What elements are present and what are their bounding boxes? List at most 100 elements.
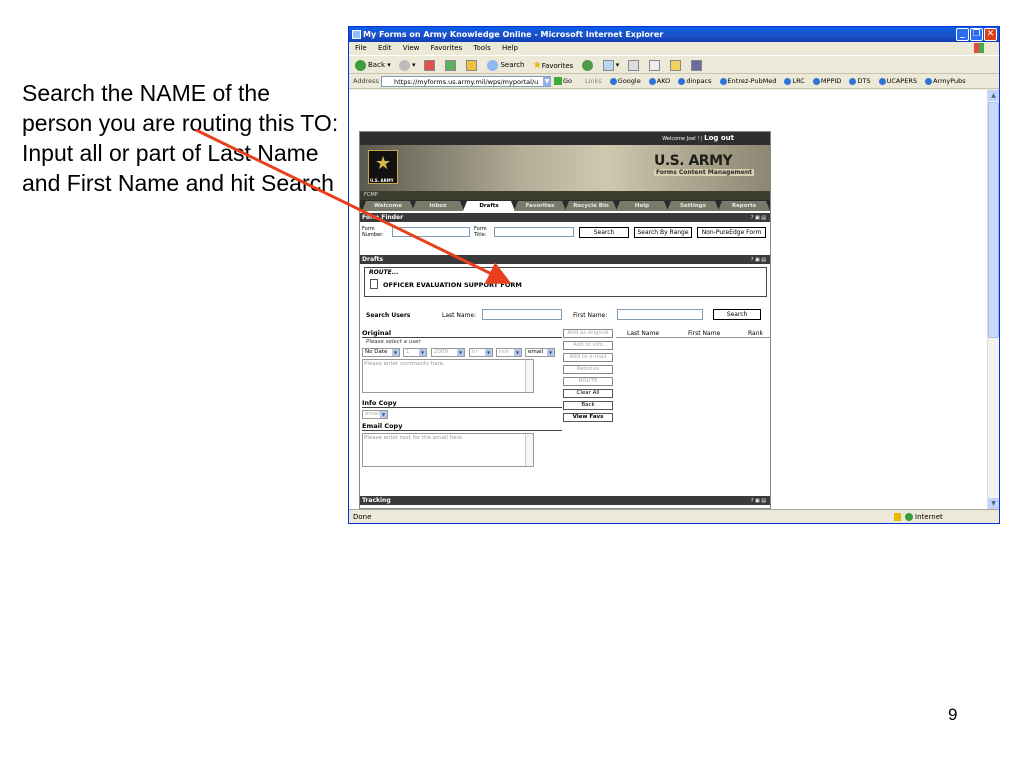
link-mppid[interactable]: MPPID: [812, 77, 841, 85]
folder-button[interactable]: [670, 56, 683, 75]
link-ucapers[interactable]: UCAPERS: [878, 77, 917, 85]
remove-button[interactable]: Remove: [563, 365, 613, 374]
ie-link-icon: [849, 77, 857, 85]
tab-recycle-bin[interactable]: Recycle Bin: [565, 201, 617, 211]
menu-tools[interactable]: Tools: [473, 44, 490, 52]
first-name-input[interactable]: [617, 309, 703, 320]
info-copy-select[interactable]: email ▼: [362, 410, 388, 419]
close-button[interactable]: ✕: [984, 28, 997, 41]
welcome-text: Welcome Joel ! |: [662, 136, 703, 142]
go-arrow-icon: [554, 77, 562, 85]
tracking-title: Tracking: [362, 497, 391, 504]
chevron-down-icon[interactable]: ▼: [543, 77, 551, 86]
scroll-thumb[interactable]: [988, 102, 999, 338]
mail-button[interactable]: ▾: [602, 56, 619, 75]
ie-link-icon: [609, 77, 617, 85]
search-button[interactable]: Search: [487, 56, 525, 75]
back-button[interactable]: Back: [563, 401, 613, 410]
original-divider: [362, 337, 562, 338]
forward-arrow-icon: [398, 59, 410, 71]
menu-view[interactable]: View: [403, 44, 420, 52]
browser-titlebar: My Forms on Army Knowledge Online - Micr…: [349, 27, 999, 42]
link-entrez-pubmed[interactable]: Entrez-PubMed: [719, 77, 776, 85]
back-arrow-icon: [355, 59, 366, 71]
link-armypubs[interactable]: ArmyPubs: [925, 77, 966, 85]
tab-welcome[interactable]: Welcome: [362, 201, 414, 211]
tab-favorites[interactable]: Favorites: [514, 201, 566, 211]
hour-select[interactable]: hr ▼: [469, 348, 493, 357]
stop-icon: [423, 59, 435, 71]
link-dts[interactable]: DTS: [849, 77, 870, 85]
history-button[interactable]: [581, 56, 595, 75]
day-select[interactable]: 1 ▼: [403, 348, 427, 357]
form-search-button[interactable]: Search: [579, 227, 629, 238]
view-favs-button[interactable]: View Favs: [563, 413, 613, 422]
favorites-button[interactable]: ★Favorites: [533, 56, 574, 76]
info-copy-title: Info Copy: [362, 399, 397, 407]
clear-all-button[interactable]: Clear All: [563, 389, 613, 398]
tab-reports[interactable]: Reports: [718, 201, 770, 211]
menu-help[interactable]: Help: [502, 44, 518, 52]
ie-app-icon: [352, 30, 361, 39]
tab-inbox[interactable]: Inbox: [412, 201, 464, 211]
menu-favorites[interactable]: Favorites: [431, 44, 463, 52]
panel-controls-icon[interactable]: ? ▣ ▤: [751, 497, 766, 506]
textarea-scrollbar[interactable]: [525, 360, 533, 392]
logout-link[interactable]: Log out: [704, 134, 734, 142]
minimize-button[interactable]: _: [956, 28, 969, 41]
scroll-down-icon[interactable]: ▼: [988, 498, 999, 509]
address-input[interactable]: https://myforms.us.army.mil/wps/myportal…: [381, 76, 551, 87]
add-as-original-button[interactable]: Add as original: [563, 329, 613, 338]
add-to-email-button[interactable]: Add to e-mail: [563, 353, 613, 362]
link-lrc[interactable]: LRC: [784, 77, 805, 85]
home-button[interactable]: [466, 56, 479, 75]
nav-tabs: Welcome Inbox Drafts Favorites Recycle B…: [360, 200, 770, 211]
non-pureedge-form-button[interactable]: Non-PureEdge Form: [697, 227, 766, 238]
year-select[interactable]: 2009 ▼: [431, 348, 465, 357]
user-search-button[interactable]: Search: [713, 309, 761, 320]
date-select[interactable]: No Date ▼: [362, 348, 400, 357]
email-textarea[interactable]: Please enter text for the email here.: [362, 433, 534, 467]
menu-edit[interactable]: Edit: [378, 44, 392, 52]
link-google[interactable]: Google: [609, 77, 641, 85]
email-placeholder: Please enter text for the email here.: [364, 435, 464, 441]
history-icon: [581, 59, 593, 71]
panel-controls-icon[interactable]: ? ▣ ▤: [751, 256, 766, 265]
scroll-up-icon[interactable]: ▲: [988, 90, 999, 101]
messenger-icon: [691, 59, 703, 71]
notify-select[interactable]: email ▼: [525, 348, 555, 357]
link-label: AKO: [656, 77, 671, 85]
link-dinpacs[interactable]: dinpacs: [678, 77, 711, 85]
back-button[interactable]: Back ▾: [355, 56, 391, 75]
route-button[interactable]: ROUTE: [563, 377, 613, 386]
search-icon: [487, 59, 499, 71]
textarea-scrollbar[interactable]: [525, 434, 533, 466]
tab-drafts[interactable]: Drafts: [463, 201, 515, 211]
print-button[interactable]: [627, 56, 641, 75]
globe-icon: [905, 513, 913, 521]
stop-button[interactable]: [423, 56, 437, 75]
go-button[interactable]: Go: [554, 76, 580, 87]
menu-file[interactable]: File: [355, 44, 367, 52]
edit-button[interactable]: [648, 56, 662, 75]
comments-textarea[interactable]: Please enter comments here.: [362, 359, 534, 393]
refresh-button[interactable]: [444, 56, 458, 75]
page-scrollbar[interactable]: ▲ ▼: [987, 90, 999, 509]
link-ako[interactable]: AKO: [648, 77, 671, 85]
tab-help[interactable]: Help: [616, 201, 668, 211]
zone-label: Internet: [915, 513, 943, 521]
form-finder-title: Form Finder: [362, 214, 404, 221]
last-name-input[interactable]: [482, 309, 562, 320]
form-number-input[interactable]: [392, 227, 470, 237]
add-to-info-button[interactable]: Add to info: [563, 341, 613, 350]
forward-button[interactable]: ▾: [398, 56, 416, 75]
day-select-value: 1: [406, 349, 410, 355]
tab-settings[interactable]: Settings: [667, 201, 719, 211]
maximize-button[interactable]: ❐: [970, 28, 983, 41]
form-title-input[interactable]: [494, 227, 574, 237]
army-star-logo: ★ U.S. ARMY: [368, 150, 398, 184]
search-by-range-button[interactable]: Search By Range: [634, 227, 692, 238]
messenger-button[interactable]: [691, 56, 704, 75]
minute-select[interactable]: min ▼: [496, 348, 522, 357]
column-last-name: Last Name: [627, 330, 660, 337]
